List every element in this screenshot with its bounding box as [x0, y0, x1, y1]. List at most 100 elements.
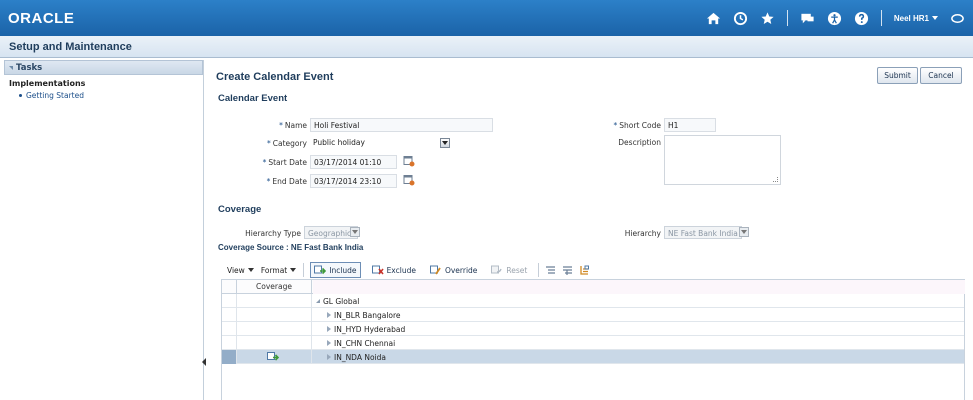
tree-node-cell: IN_BLR Bangalore [313, 308, 965, 322]
name-label-text: Name [284, 121, 307, 130]
tree-node-cell: IN_NDA Noida [313, 350, 965, 364]
hierarchy-type-label: Hierarchy Type [245, 229, 301, 238]
table-row[interactable]: IN_HYD Hyderabad [222, 322, 964, 336]
accessibility-icon[interactable] [827, 11, 842, 26]
include-icon [314, 265, 327, 274]
help-icon[interactable] [854, 11, 869, 26]
view-menu[interactable]: View [227, 266, 254, 275]
tree-node-label: GL Global [323, 296, 360, 306]
coverage-tree-table: Coverage GL Global IN_BLR Bangalore IN_H… [221, 279, 965, 400]
reset-button: Reset [488, 262, 530, 278]
coverage-cell [236, 322, 312, 336]
reset-label: Reset [506, 265, 528, 275]
cancel-button[interactable]: Cancel [920, 67, 962, 84]
tasks-header[interactable]: Tasks [4, 60, 203, 75]
category-label: * Category [266, 139, 307, 148]
exclude-button[interactable]: Exclude [369, 262, 419, 278]
coverage-cell [236, 308, 312, 322]
override-button[interactable]: Override [427, 262, 480, 278]
collapse-all-icon[interactable] [562, 265, 573, 276]
format-menu[interactable]: Format [261, 266, 297, 275]
chat-icon[interactable] [800, 11, 815, 26]
tree-node-cell: IN_HYD Hyderabad [313, 322, 965, 336]
collapse-triangle-icon [9, 65, 13, 70]
end-date-field[interactable]: 03/17/2014 23:10 [310, 174, 397, 188]
exclude-label: Exclude [386, 265, 416, 275]
tree-node-cell: GL Global [313, 294, 965, 308]
description-label: Description [618, 138, 661, 147]
table-row-selected[interactable]: IN_NDA Noida [222, 350, 964, 364]
include-button[interactable]: Include [310, 262, 361, 278]
row-selector[interactable] [222, 350, 236, 364]
override-icon [429, 265, 441, 274]
task-link-getting-started[interactable]: Getting Started [19, 91, 203, 100]
name-label: * Name [279, 121, 307, 130]
coverage-column-header[interactable]: Coverage [236, 280, 312, 294]
work-area-title: Setup and Maintenance [9, 41, 132, 53]
resize-grip-icon[interactable] [773, 177, 778, 182]
implementations-heading: Implementations [9, 79, 86, 88]
description-textarea[interactable] [664, 135, 781, 185]
panel-splitter[interactable] [201, 355, 206, 369]
row-selector[interactable] [222, 336, 236, 350]
collapsed-node-icon[interactable] [327, 326, 331, 332]
include-label: Include [329, 265, 357, 275]
user-name: Neel HR1 [893, 13, 929, 23]
oracle-logo[interactable]: ORACLE [8, 10, 74, 27]
tree-node-label: IN_CHN Chennai [334, 338, 396, 348]
table-row[interactable]: GL Global [222, 294, 964, 308]
table-row[interactable]: IN_BLR Bangalore [222, 308, 964, 322]
favorites-star-icon[interactable] [760, 11, 775, 26]
name-field[interactable]: Holi Festival [310, 118, 493, 132]
recent-clock-icon[interactable] [733, 11, 748, 26]
coverage-cell [236, 336, 312, 350]
page-title: Create Calendar Event [216, 71, 334, 83]
start-date-field[interactable]: 03/17/2014 01:10 [310, 155, 397, 169]
bullet-icon [19, 94, 22, 97]
submit-button[interactable]: Submit [877, 67, 918, 84]
collapsed-node-icon[interactable] [327, 340, 331, 346]
calendar-date-icon[interactable] [403, 174, 415, 186]
row-selector[interactable] [222, 294, 236, 308]
short-code-label-text: Short Code [619, 121, 661, 130]
tree-node-label: IN_NDA Noida [334, 352, 386, 362]
collapsed-node-icon[interactable] [327, 354, 331, 360]
chevron-down-icon [932, 16, 938, 20]
coverage-cell [236, 294, 312, 308]
coverage-heading: Coverage [218, 204, 262, 215]
global-header: ORACLE Neel HR1 [0, 0, 973, 36]
home-icon[interactable] [706, 11, 721, 26]
hierarchy-select: NE Fast Bank India [664, 226, 742, 239]
row-selector[interactable] [222, 308, 236, 322]
task-link-label: Getting Started [26, 91, 84, 100]
start-date-label: * Start Date [262, 158, 307, 167]
override-label: Override [444, 265, 478, 275]
category-label-text: Category [272, 139, 307, 148]
hierarchy-label: Hierarchy [624, 229, 661, 238]
cancel-label: Cancel [928, 71, 954, 80]
table-row[interactable]: IN_CHN Chennai [222, 336, 964, 350]
page-header: Create Calendar Event Submit Cancel [207, 60, 971, 90]
chevron-down-icon [741, 230, 747, 234]
short-code-field[interactable]: H1 [664, 118, 716, 132]
include-icon [267, 352, 279, 361]
hierarchy-view-icon[interactable] [579, 265, 590, 276]
collapsed-node-icon[interactable] [327, 312, 331, 318]
submit-label: Submit [884, 71, 911, 80]
tree-node-cell: IN_CHN Chennai [313, 336, 965, 350]
hierarchy-dropdown-button [739, 227, 749, 237]
main-content: Create Calendar Event Submit Cancel Cale… [207, 60, 971, 400]
expand-all-icon[interactable] [545, 265, 556, 276]
table-header-row: Coverage [222, 280, 965, 294]
toolbar-separator [303, 263, 305, 277]
short-code-label: * Short Code [613, 121, 661, 130]
row-selector[interactable] [222, 322, 236, 336]
category-dropdown-button[interactable] [440, 138, 450, 148]
calendar-date-icon[interactable] [403, 155, 415, 167]
user-menu[interactable]: Neel HR1 [894, 14, 938, 23]
tree-node-label: IN_HYD Hyderabad [334, 324, 406, 334]
sign-out-icon[interactable] [950, 11, 965, 26]
expanded-node-icon[interactable] [316, 299, 320, 303]
node-column-header [313, 280, 965, 294]
category-select[interactable]: Public holiday [310, 136, 450, 150]
